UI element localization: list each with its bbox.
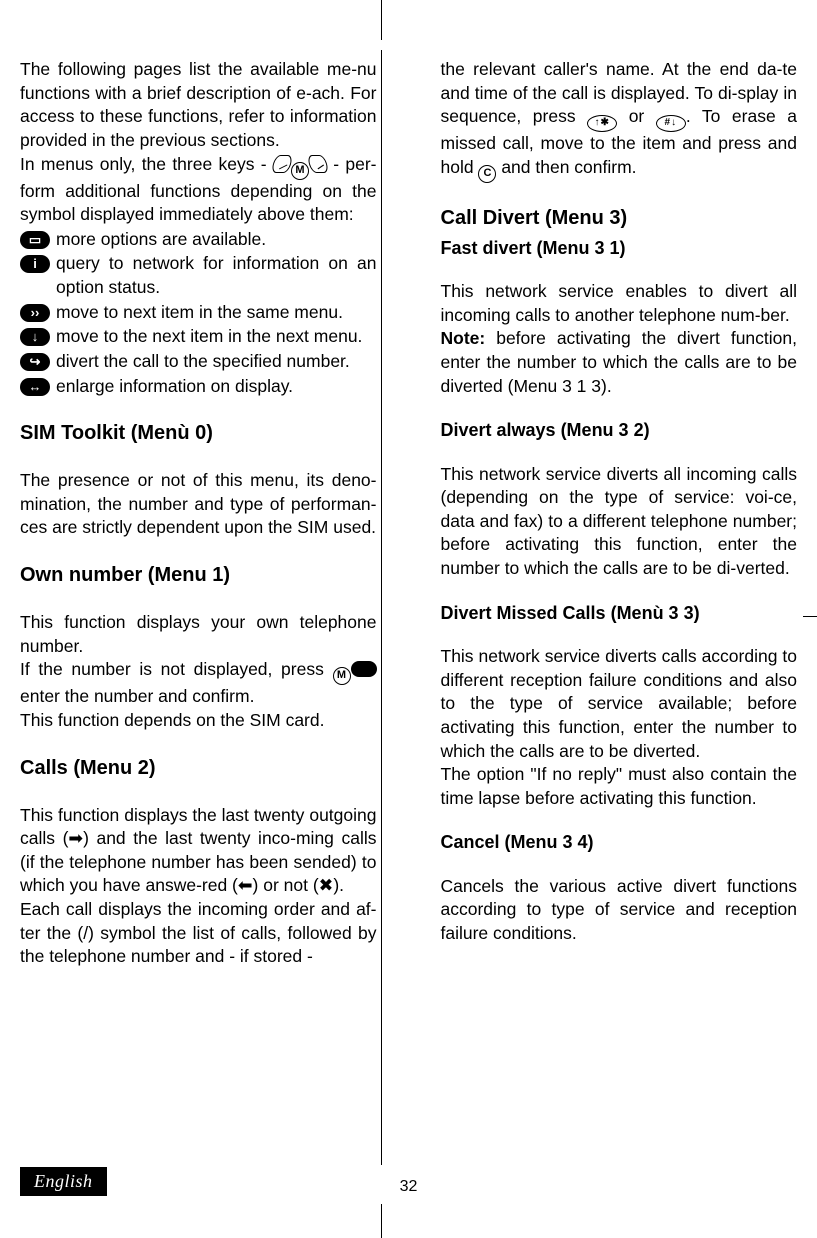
hash-key-icon: #↓: [656, 115, 686, 132]
calls-p2: Each call displays the incoming order an…: [20, 898, 377, 969]
divert-missed-heading: Divert Missed Calls (Menù 3 3): [441, 601, 798, 625]
own-number-heading: Own number (Menu 1): [20, 562, 377, 589]
m-key-icon: M: [291, 162, 309, 180]
info-icon: i: [20, 255, 50, 273]
option-item-2: i query to network for information on an…: [20, 252, 377, 299]
pencil-key-icon: [271, 155, 294, 173]
own-number-p2b: enter the number and confirm.: [20, 686, 254, 706]
divert-always-heading: Divert always (Menu 3 2): [441, 418, 798, 442]
divert-missed-p2: The option "If no reply" must also conta…: [441, 763, 798, 810]
keys-text-a: In menus only, the three keys -: [20, 154, 273, 174]
star-key-icon: ↑✱: [587, 115, 617, 132]
fast-divert-note: Note: before activating the divert funct…: [441, 327, 798, 398]
content: The following pages list the available m…: [0, 50, 817, 1165]
page-number: 32: [0, 1178, 817, 1196]
option-text-5: divert the call to the specified number.: [56, 350, 377, 374]
option-item-6: ↔ enlarge information on display.: [20, 375, 377, 399]
fast-divert-heading: Fast divert (Menu 3 1): [441, 236, 798, 260]
sim-toolkit-heading: SIM Toolkit (Menù 0): [20, 420, 377, 447]
own-number-p2a: If the number is not displayed, press: [20, 659, 333, 679]
r-p1b: or: [617, 106, 656, 126]
divert-missed-p1: This network service diverts calls accor…: [441, 645, 798, 763]
pencil-key-icon-2: [307, 155, 330, 173]
page: The following pages list the available m…: [0, 0, 817, 1238]
calls-heading: Calls (Menu 2): [20, 755, 377, 782]
option-item-3: ›› move to next item in the same menu.: [20, 301, 377, 325]
option-item-4: ↓ move to the next item in the next menu…: [20, 325, 377, 349]
next-item-icon: ››: [20, 304, 50, 322]
m-key-icon-2: M: [333, 667, 351, 685]
call-divert-heading: Call Divert (Menu 3): [441, 205, 798, 232]
option-text-3: move to next item in the same menu.: [56, 301, 377, 325]
divert-always-paragraph: This network service diverts all incomin…: [441, 463, 798, 581]
options-icon: ▭: [20, 231, 50, 249]
sim-toolkit-paragraph: The presence or not of this menu, its de…: [20, 469, 377, 540]
cancel-paragraph: Cancels the various active divert functi…: [441, 875, 798, 946]
softkey-icon: [351, 661, 377, 677]
calls-continued: the relevant caller's name. At the end d…: [441, 58, 798, 183]
right-column: the relevant caller's name. At the end d…: [409, 50, 817, 1165]
c-key-icon: C: [478, 165, 496, 183]
column-divider-bottom: [381, 1204, 382, 1238]
option-text-6: enlarge information on display.: [56, 375, 377, 399]
divert-icon: ↪: [20, 353, 50, 371]
option-text-2: query to network for information on an o…: [56, 252, 377, 299]
note-text: before activating the divert function, e…: [441, 328, 798, 395]
enlarge-icon: ↔: [20, 378, 50, 396]
fast-divert-p1: This network service enables to divert a…: [441, 280, 798, 327]
left-column: The following pages list the available m…: [0, 50, 409, 1165]
option-item-1: ▭ more options are available.: [20, 228, 377, 252]
intro-paragraph: The following pages list the available m…: [20, 58, 377, 153]
note-label: Note:: [441, 328, 486, 348]
calls-p1: This function displays the last twenty o…: [20, 804, 377, 899]
own-number-p2: If the number is not displayed, press M …: [20, 658, 377, 709]
option-item-5: ↪ divert the call to the specified numbe…: [20, 350, 377, 374]
option-text-4: move to the next item in the next menu.: [56, 325, 377, 349]
own-number-p3: This function depends on the SIM card.: [20, 709, 377, 733]
option-text-1: more options are available.: [56, 228, 377, 252]
own-number-p1: This function displays your own telephon…: [20, 611, 377, 658]
cancel-heading: Cancel (Menu 3 4): [441, 830, 798, 854]
column-divider-top: [381, 0, 382, 40]
r-p1d: and then confirm.: [496, 157, 636, 177]
next-menu-icon: ↓: [20, 328, 50, 346]
keys-paragraph: In menus only, the three keys - M - per-…: [20, 153, 377, 227]
